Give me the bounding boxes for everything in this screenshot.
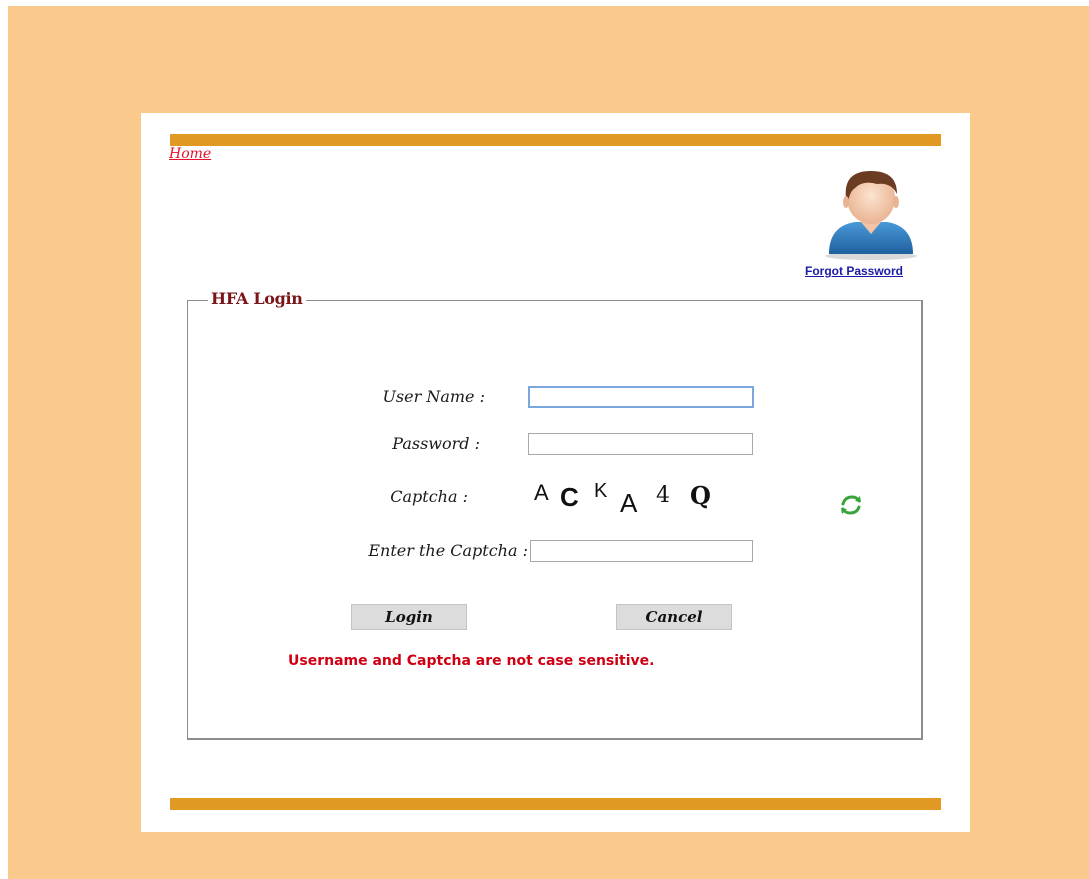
username-input[interactable] <box>528 386 754 408</box>
captcha-char: K <box>594 480 608 502</box>
login-fieldset: HFA Login User Name : Password : Captcha… <box>187 289 923 740</box>
captcha-input[interactable] <box>530 540 753 562</box>
refresh-icon[interactable] <box>839 494 863 516</box>
password-label: Password : <box>392 434 480 453</box>
login-button[interactable]: Login <box>351 604 467 630</box>
user-avatar-icon <box>825 170 917 260</box>
header-accent-bar <box>170 134 941 146</box>
enter-captcha-label: Enter the Captcha : <box>368 541 528 560</box>
case-sensitivity-note: Username and Captcha are not case sensit… <box>288 653 655 669</box>
captcha-char: 4 <box>656 483 670 508</box>
home-link[interactable]: Home <box>169 146 211 162</box>
captcha-image: A C K A 4 Q <box>534 474 784 518</box>
password-input[interactable] <box>528 433 753 455</box>
login-card: Home Forgot Password HFA Login User Name… <box>141 113 970 832</box>
captcha-char: C <box>560 482 579 512</box>
username-label: User Name : <box>382 387 485 406</box>
forgot-password-link[interactable]: Forgot Password <box>805 264 903 278</box>
footer-accent-bar <box>170 798 941 810</box>
captcha-char: A <box>620 488 638 518</box>
form-legend: HFA Login <box>208 289 306 308</box>
captcha-char: A <box>534 480 549 505</box>
page-background: Home Forgot Password HFA Login User Name… <box>8 6 1089 879</box>
captcha-char: Q <box>690 481 711 510</box>
captcha-label: Captcha : <box>390 487 468 506</box>
cancel-button[interactable]: Cancel <box>616 604 732 630</box>
